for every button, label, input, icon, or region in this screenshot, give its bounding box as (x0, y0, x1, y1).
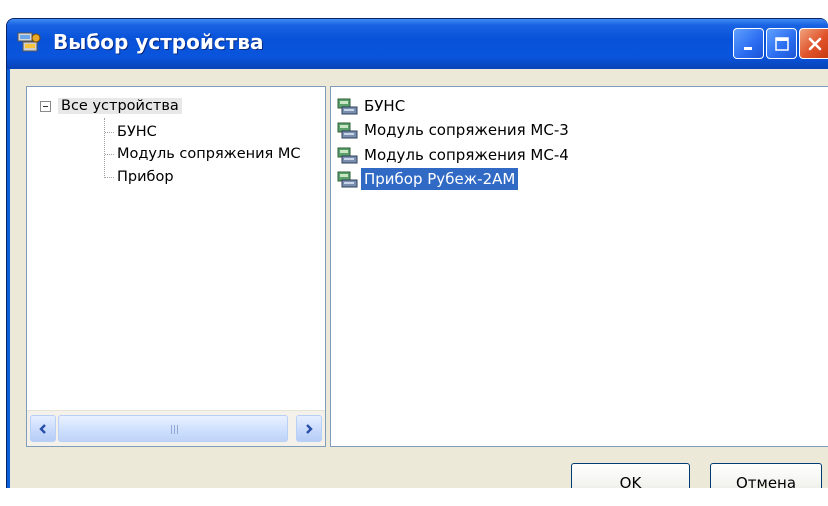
list-item-ms4[interactable]: Модуль сопряжения МС-4 (337, 143, 572, 167)
scroll-right-button[interactable] (296, 415, 322, 442)
scroll-left-button[interactable] (30, 415, 56, 442)
window-frame: Выбор устройства Все устройства БУНС Мод… (6, 18, 828, 488)
tree-connector (104, 118, 105, 178)
device-selection-dialog: Выбор устройства Все устройства БУНС Мод… (0, 0, 828, 506)
tree-item-interface-module[interactable]: Модуль сопряжения МС (117, 143, 301, 165)
list-item-rubezh-2am[interactable]: Прибор Рубеж-2АМ (337, 167, 519, 191)
maximize-icon (774, 36, 789, 51)
device-icon (337, 171, 358, 188)
device-icon (337, 147, 358, 164)
title-bar[interactable]: Выбор устройства (7, 19, 828, 69)
close-button[interactable] (799, 28, 828, 59)
tree-item-all-devices[interactable]: Все устройства (58, 95, 182, 117)
dialog-body: Все устройства БУНС Модуль сопряжения МС… (10, 69, 828, 488)
devices-app-icon (17, 31, 43, 55)
maximize-button[interactable] (766, 28, 797, 59)
list-item-label: БУНС (364, 97, 406, 115)
window-title: Выбор устройства (53, 30, 264, 54)
ok-button[interactable]: OK (571, 463, 690, 488)
tree-item-buns[interactable]: БУНС (117, 121, 157, 143)
window-controls (733, 28, 828, 59)
device-category-tree[interactable]: Все устройства БУНС Модуль сопряжения МС… (26, 86, 326, 447)
collapse-toggle-icon[interactable] (40, 101, 51, 112)
cancel-button[interactable]: Отмена (710, 463, 822, 488)
chevron-left-icon (39, 423, 46, 434)
tree-root-label: Все устройства (58, 98, 182, 114)
list-item-buns[interactable]: БУНС (337, 94, 408, 118)
minimize-icon (743, 46, 752, 50)
list-item-label: Модуль сопряжения МС-3 (364, 121, 569, 139)
tree-connector (105, 154, 114, 155)
list-item-label: Модуль сопряжения МС-4 (364, 146, 569, 164)
chevron-right-icon (306, 423, 313, 434)
minimize-button[interactable] (733, 28, 764, 59)
close-icon (808, 37, 821, 50)
device-icon (337, 98, 358, 115)
scroll-thumb[interactable] (58, 415, 288, 442)
list-item-label: Прибор Рубеж-2АМ (361, 168, 519, 190)
tree-horizontal-scrollbar[interactable] (27, 410, 325, 446)
tree-item-device[interactable]: Прибор (117, 166, 174, 188)
tree-content: Все устройства БУНС Модуль сопряжения МС… (27, 87, 325, 410)
list-item-ms3[interactable]: Модуль сопряжения МС-3 (337, 118, 572, 142)
tree-connector (105, 132, 114, 133)
device-list[interactable]: БУНС Модуль сопряжения МС-3 Модуль сопря… (330, 86, 828, 447)
device-icon (337, 122, 358, 139)
tree-connector (105, 177, 114, 178)
grip-icon (171, 425, 179, 434)
